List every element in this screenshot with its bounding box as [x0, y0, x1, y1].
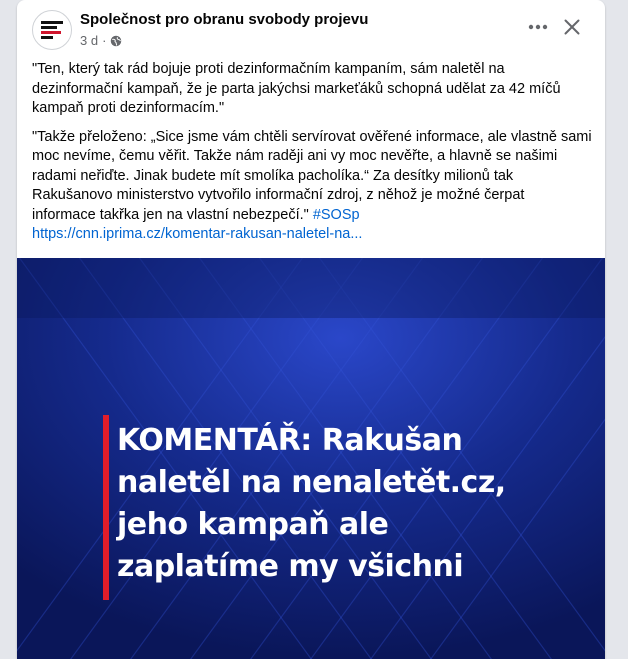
headline-line: naletěl na nenaletět.cz, — [117, 465, 506, 500]
post-paragraph-2: "Takže přeloženo: „Sice jsme vám chtěli … — [32, 128, 592, 226]
post-text: "Ten, který tak rád bojuje proti dezinfo… — [32, 60, 592, 245]
headline-accent-bar — [103, 415, 109, 600]
image-headline: KOMENTÁŘ: Rakušan naletěl na nenaletět.cz… — [117, 420, 597, 588]
logo-bar — [41, 21, 63, 24]
headline-line: jeho kampaň ale — [117, 507, 389, 542]
logo-bar — [41, 26, 57, 29]
post-header: Společnost pro obranu svobody projevu 3 … — [17, 0, 605, 56]
article-link[interactable]: https://cnn.iprima.cz/komentar-rakusan-n… — [32, 225, 592, 245]
post-meta: 3 d · — [80, 33, 122, 48]
logo-bar-red — [41, 31, 61, 34]
post-paragraph: "Ten, který tak rád bojuje proti dezinfo… — [32, 61, 561, 116]
post-time[interactable]: 3 d — [80, 33, 98, 48]
close-button[interactable] — [557, 12, 587, 42]
page-avatar[interactable] — [32, 10, 72, 50]
close-icon — [564, 19, 580, 35]
post-card: Společnost pro obranu svobody projevu 3 … — [17, 0, 605, 659]
headline-line: KOMENTÁŘ: Rakušan — [117, 423, 463, 458]
headline-line: zaplatíme my všichni — [117, 549, 464, 584]
logo-bar — [41, 36, 53, 39]
post-paragraph-text: "Takže přeloženo: „Sice jsme vám chtěli … — [32, 128, 592, 223]
more-options-button[interactable] — [522, 13, 554, 41]
hashtag-link[interactable]: #SOSp — [313, 207, 360, 223]
page-name[interactable]: Společnost pro obranu svobody projevu — [80, 11, 368, 28]
more-horizontal-icon — [528, 24, 548, 30]
globe-icon — [111, 35, 122, 46]
